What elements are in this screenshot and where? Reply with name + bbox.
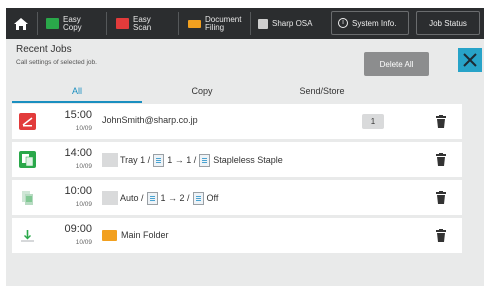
easy-copy-label: Easy Copy [63,14,82,32]
folder-icon [102,230,117,241]
job-tray: Auto / [120,193,144,203]
active-tab-indicator [12,101,142,103]
page-subtitle: Call settings of selected job. [16,59,97,66]
copy-job-icon [19,151,36,168]
document-filing-icon [188,19,201,28]
easy-copy-button[interactable]: Easy Copy [46,8,82,39]
scan-job-icon [19,113,36,130]
screen: Easy Copy Easy Scan Document Filing Shar… [6,8,484,286]
job-sides: 1 → 2 / [160,193,190,203]
delete-all-button[interactable]: Delete All [364,52,429,76]
easy-scan-button[interactable]: Easy Scan [116,8,151,39]
trash-icon[interactable] [436,191,446,204]
info-icon: i [338,18,348,28]
divider [106,12,107,35]
divider [250,12,251,35]
page-title: Recent Jobs [16,44,72,55]
trash-icon[interactable] [436,153,446,166]
tab-send-store[interactable]: Send/Store [262,86,382,102]
tab-bar: All Copy Send/Store [12,86,452,102]
easy-copy-icon [46,18,59,29]
job-row[interactable]: 14:00 10/09 Tray 1 / 1 → 1 / Stapleless … [12,142,462,177]
trash-icon[interactable] [436,229,446,242]
staple-icon [199,153,211,167]
trash-icon[interactable] [436,115,446,128]
job-date: 10/09 [75,239,92,246]
close-button[interactable] [458,48,482,72]
duplex-icon [153,153,165,167]
top-bar: Easy Copy Easy Scan Document Filing Shar… [6,8,484,39]
tab-copy[interactable]: Copy [142,86,262,102]
paper-tray-icon [102,191,118,205]
document-filing-label: Document Filing [205,14,242,32]
home-button[interactable] [6,8,36,39]
easy-scan-label: Easy Scan [133,14,152,32]
job-status-button[interactable]: Job Status [416,11,480,35]
job-finish: Off [206,193,219,203]
system-info-label: System Info. [352,18,397,28]
job-count-badge: 1 [362,114,384,129]
job-date: 10/09 [75,201,92,208]
job-detail: Auto / 1 → 2 / Off [102,191,218,205]
document-filing-button[interactable]: Document Filing [188,8,241,39]
job-tray: Tray 1 / [120,155,151,165]
job-finish: Stapleless Staple [213,155,283,165]
tab-all[interactable]: All [12,86,142,102]
job-time: 15:00 [64,109,92,121]
sharp-osa-label: Sharp OSA [272,18,313,28]
job-date: 10/09 [75,163,92,170]
sharp-osa-icon [258,18,268,29]
system-info-button[interactable]: i System Info. [331,11,409,35]
copy-job-icon [22,191,33,205]
divider [178,12,179,35]
job-status-label: Job Status [429,18,467,28]
job-time: 14:00 [64,147,92,159]
device-frame: Easy Copy Easy Scan Document Filing Shar… [0,0,489,290]
job-date: 10/09 [75,125,92,132]
job-row[interactable]: 09:00 10/09 Main Folder [12,218,462,253]
home-icon [14,17,28,30]
job-time: 09:00 [64,223,92,235]
job-detail: JohnSmith@sharp.co.jp [102,115,198,125]
job-row[interactable]: 15:00 10/09 JohnSmith@sharp.co.jp 1 [12,104,462,139]
easy-scan-icon [116,18,129,29]
staple-off-icon [192,191,204,205]
job-folder: Main Folder [121,229,169,240]
divider [37,12,38,35]
job-detail: Main Folder [102,229,169,241]
job-detail: Tray 1 / 1 → 1 / Stapleless Staple [102,153,283,167]
close-icon [463,53,477,67]
duplex-icon [146,191,158,205]
sharp-osa-button[interactable]: Sharp OSA [258,8,312,39]
job-time: 10:00 [64,185,92,197]
job-destination: JohnSmith@sharp.co.jp [102,115,198,125]
filing-job-icon [21,230,34,242]
job-sides: 1 → 1 / [167,155,197,165]
paper-tray-icon [102,153,118,167]
job-row[interactable]: 10:00 10/09 Auto / 1 → 2 / Off [12,180,462,215]
